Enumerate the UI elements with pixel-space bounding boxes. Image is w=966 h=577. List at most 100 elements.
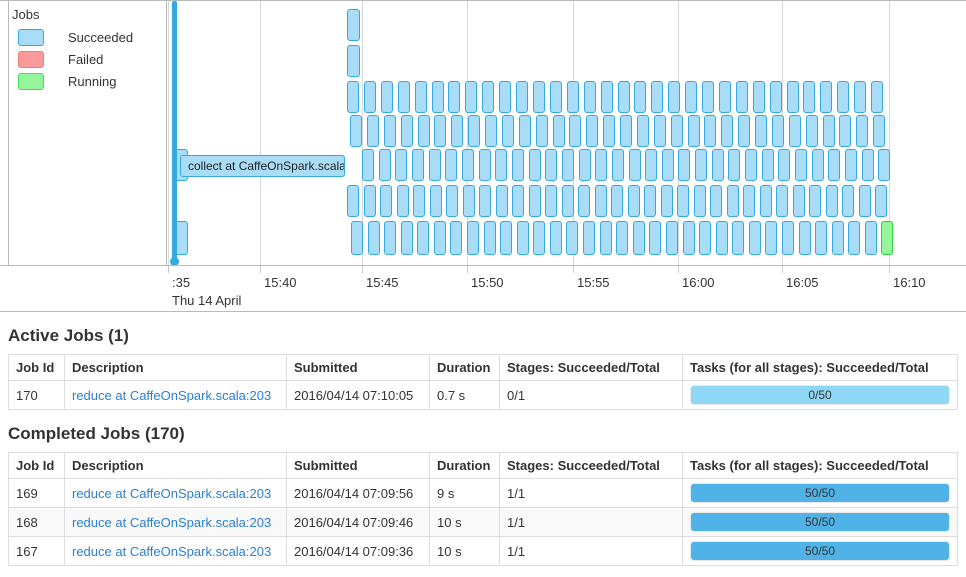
active-jobs-column-header[interactable]: Description [64, 354, 287, 381]
timeline-job-bar[interactable] [760, 185, 772, 217]
timeline-job-bar[interactable] [699, 221, 711, 255]
timeline-job-bar[interactable] [479, 149, 491, 181]
timeline-job-bar[interactable] [668, 81, 680, 113]
active-jobs-column-header[interactable]: Duration [429, 354, 500, 381]
timeline-job-bar[interactable] [566, 221, 578, 255]
timeline-job-bar[interactable] [649, 221, 661, 255]
timeline-job-bar[interactable] [803, 81, 815, 113]
active-jobs-column-header[interactable]: Stages: Succeeded/Total [499, 354, 683, 381]
timeline-job-bar[interactable] [347, 9, 360, 41]
timeline-job-bar[interactable] [770, 81, 782, 113]
timeline-job-bar[interactable] [799, 221, 811, 255]
timeline-job-bar[interactable] [384, 221, 396, 255]
timeline-job-bar[interactable] [584, 81, 596, 113]
timeline-job-bar[interactable] [671, 115, 683, 147]
timeline-job-bar[interactable] [567, 81, 579, 113]
timeline-job-bar[interactable] [586, 115, 598, 147]
timeline-job-bar[interactable] [367, 115, 379, 147]
timeline-job-bar[interactable] [727, 185, 739, 217]
timeline-job-bar[interactable] [616, 221, 628, 255]
timeline-job-bar[interactable] [434, 115, 446, 147]
timeline-job-bar[interactable] [749, 221, 761, 255]
timeline-job-bar[interactable] [479, 185, 491, 217]
timeline-job-bar[interactable] [695, 149, 707, 181]
timeline-job-bar[interactable] [644, 185, 656, 217]
timeline-job-bar[interactable] [395, 149, 407, 181]
timeline-job-bar[interactable] [776, 185, 788, 217]
timeline-job-bar[interactable] [347, 185, 359, 217]
timeline-job-bar[interactable] [364, 81, 376, 113]
timeline-job-bar[interactable] [755, 115, 767, 147]
timeline-job-bar[interactable] [434, 221, 446, 255]
timeline-job-bar[interactable] [795, 149, 807, 181]
timeline-job-bar[interactable] [645, 149, 657, 181]
timeline-job-bar[interactable] [710, 185, 722, 217]
timeline-job-bar[interactable] [595, 185, 607, 217]
timeline-job-bar[interactable] [553, 115, 565, 147]
timeline-job-bar[interactable] [533, 81, 545, 113]
completed-jobs-column-header[interactable]: Job Id [8, 452, 65, 479]
timeline-job-bar[interactable] [828, 149, 840, 181]
timeline-job-bar[interactable] [485, 115, 497, 147]
timeline-job-bar[interactable] [628, 185, 640, 217]
timeline-job-bar[interactable] [837, 81, 849, 113]
completed-jobs-column-header[interactable]: Submitted [286, 452, 430, 479]
timeline-job-bar[interactable] [465, 81, 477, 113]
timeline-job-bar[interactable] [446, 185, 458, 217]
active-jobs-column-header[interactable]: Job Id [8, 354, 65, 381]
timeline-job-bar[interactable] [826, 185, 838, 217]
timeline-job-bar[interactable] [536, 115, 548, 147]
timeline-job-bar[interactable] [429, 149, 441, 181]
timeline-job-bar[interactable] [806, 115, 818, 147]
timeline-job-bar[interactable] [502, 115, 514, 147]
timeline-job-bar[interactable] [601, 81, 613, 113]
timeline-job-bar[interactable] [550, 81, 562, 113]
timeline-job-bar[interactable] [859, 185, 871, 217]
timeline-job-bar[interactable] [462, 149, 474, 181]
timeline-job-bar[interactable] [448, 81, 460, 113]
timeline-job-bar[interactable] [721, 115, 733, 147]
timeline-job-bar[interactable] [661, 185, 673, 217]
completed-jobs-column-header[interactable]: Description [64, 452, 287, 479]
timeline-job-bar[interactable] [839, 115, 851, 147]
timeline-job-bar[interactable] [579, 149, 591, 181]
timeline-job-bar[interactable] [719, 81, 731, 113]
timeline-job-bar[interactable] [629, 149, 641, 181]
timeline-job-bar[interactable] [484, 221, 496, 255]
timeline-job-bar[interactable] [351, 221, 363, 255]
timeline-job-bar[interactable] [430, 185, 442, 217]
timeline-job-bar[interactable] [583, 221, 595, 255]
timeline-job-bar[interactable] [379, 149, 391, 181]
timeline-job-bar[interactable] [762, 149, 774, 181]
timeline-job-bar[interactable] [732, 221, 744, 255]
timeline-job-bar[interactable] [364, 185, 376, 217]
timeline-job-bar[interactable] [418, 115, 430, 147]
completed-jobs-column-header[interactable]: Tasks (for all stages): Succeeded/Total [682, 452, 958, 479]
timeline-job-bar[interactable] [704, 115, 716, 147]
timeline-job-bar[interactable] [666, 221, 678, 255]
timeline-job-bar[interactable] [380, 185, 392, 217]
timeline-job-bar[interactable] [595, 149, 607, 181]
timeline-job-bar[interactable] [381, 81, 393, 113]
timeline-job-bar[interactable] [871, 81, 883, 113]
timeline-job-bar[interactable] [772, 115, 784, 147]
timeline-job-bar[interactable] [688, 115, 700, 147]
job-description-link[interactable]: reduce at CaffeOnSpark.scala:203 [72, 388, 271, 403]
timeline-job-bar[interactable] [651, 81, 663, 113]
timeline-job-bar[interactable] [677, 185, 689, 217]
timeline-job-bar[interactable] [496, 185, 508, 217]
timeline-job-bar[interactable] [865, 221, 877, 255]
job-description-link[interactable]: reduce at CaffeOnSpark.scala:203 [72, 515, 271, 530]
timeline-job-bar[interactable] [789, 115, 801, 147]
timeline-job-bar[interactable] [482, 81, 494, 113]
timeline-job-bar[interactable] [678, 149, 690, 181]
timeline-job-bar[interactable] [468, 115, 480, 147]
timeline-job-bar[interactable] [738, 115, 750, 147]
timeline-job-bar[interactable] [618, 81, 630, 113]
timeline-job-bar[interactable] [823, 115, 835, 147]
timeline-job-bar[interactable] [350, 115, 362, 147]
timeline-job-bar[interactable] [637, 115, 649, 147]
timeline-job-bar[interactable] [569, 115, 581, 147]
timeline-job-bar[interactable] [451, 115, 463, 147]
timeline-job-bar[interactable] [685, 81, 697, 113]
